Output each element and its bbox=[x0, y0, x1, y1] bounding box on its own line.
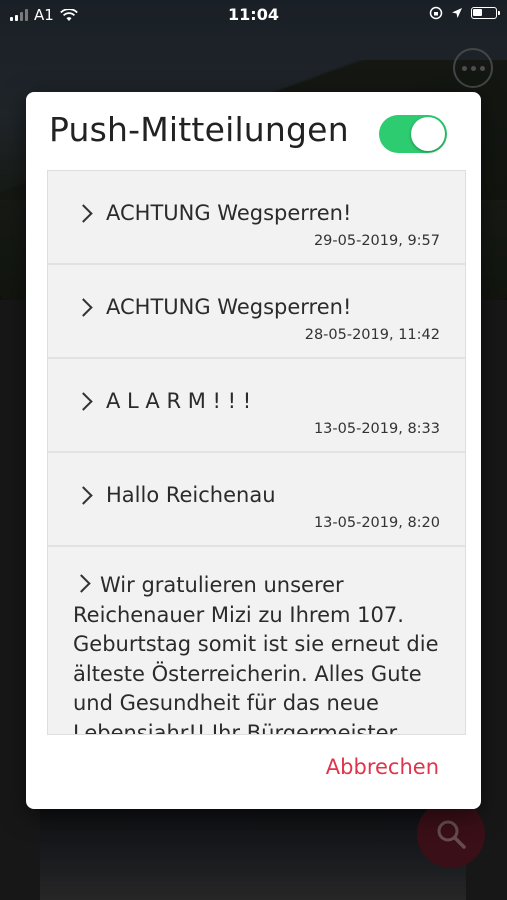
item-date: 13-05-2019, 8:20 bbox=[313, 515, 440, 531]
rotation-lock-icon bbox=[429, 6, 443, 20]
notification-list[interactable]: ACHTUNG Wegsperren! 29-05-2019, 9:57 ACH… bbox=[47, 170, 466, 735]
item-title: A L A R M ! ! ! bbox=[106, 389, 252, 413]
item-date: 28-05-2019, 11:42 bbox=[304, 327, 440, 343]
chevron-right-icon bbox=[74, 203, 93, 223]
push-toggle[interactable] bbox=[379, 115, 447, 153]
location-icon bbox=[452, 8, 462, 18]
item-date: 13-05-2019, 8:33 bbox=[313, 421, 440, 437]
dialog-title: Push-Mitteilungen bbox=[49, 110, 349, 149]
item-message: Wir gratulieren unserer Reichenauer Mizi… bbox=[73, 573, 439, 735]
push-notifications-dialog: Push-Mitteilungen ACHTUNG Wegsperren! 29… bbox=[26, 92, 481, 809]
list-item[interactable]: ACHTUNG Wegsperren! 28-05-2019, 11:42 bbox=[48, 265, 465, 359]
list-item[interactable]: Hallo Reichenau 13-05-2019, 8:20 bbox=[48, 453, 465, 547]
toggle-knob bbox=[411, 117, 445, 151]
chevron-right-icon bbox=[74, 485, 93, 505]
list-item[interactable]: Wir gratulieren unserer Reichenauer Mizi… bbox=[48, 547, 465, 735]
status-bar: A1 11:04 bbox=[0, 0, 507, 30]
item-title: ACHTUNG Wegsperren! bbox=[106, 201, 352, 225]
battery-icon bbox=[471, 7, 500, 19]
chevron-right-icon bbox=[74, 391, 93, 411]
item-title: Hallo Reichenau bbox=[106, 483, 276, 507]
list-item[interactable]: A L A R M ! ! ! 13-05-2019, 8:33 bbox=[48, 359, 465, 453]
item-date: 29-05-2019, 9:57 bbox=[313, 233, 440, 249]
chevron-right-icon bbox=[74, 297, 93, 317]
cancel-button[interactable]: Abbrechen bbox=[326, 755, 439, 779]
list-item[interactable]: ACHTUNG Wegsperren! 29-05-2019, 9:57 bbox=[48, 171, 465, 265]
chevron-right-icon bbox=[72, 574, 91, 593]
item-title: ACHTUNG Wegsperren! bbox=[106, 295, 352, 319]
